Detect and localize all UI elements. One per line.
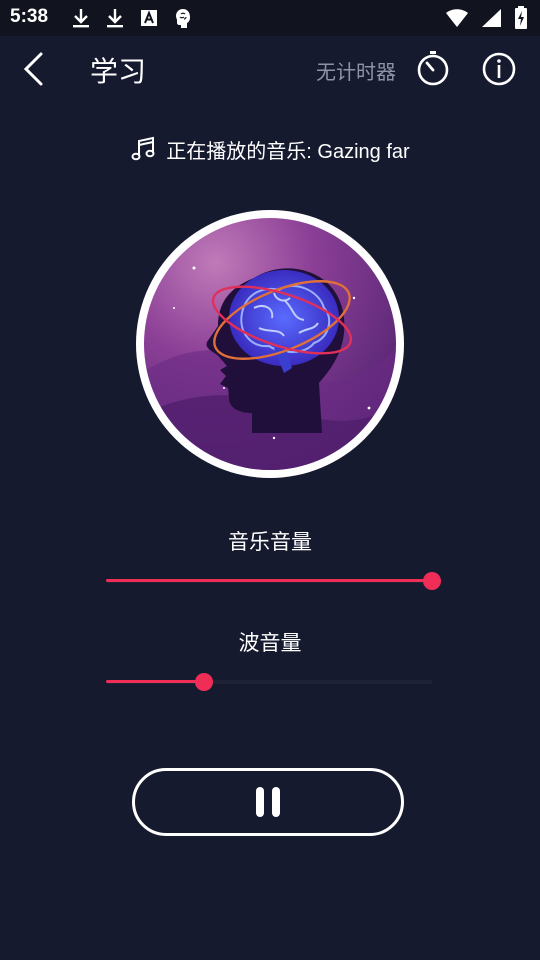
- slider-fill: [106, 680, 204, 683]
- signal-icon: [482, 9, 501, 27]
- page-title: 学习: [90, 55, 147, 88]
- slider-fill: [106, 579, 432, 582]
- timer-label[interactable]: 无计时器: [316, 56, 396, 85]
- now-playing-text: 正在播放的音乐: Gazing far: [166, 140, 410, 163]
- slider-thumb[interactable]: [423, 572, 441, 590]
- now-playing: 正在播放的音乐: Gazing far: [0, 132, 540, 166]
- status-bar: 5:38: [0, 0, 540, 36]
- music-volume-slider[interactable]: [106, 569, 441, 593]
- pause-icon: [256, 787, 280, 817]
- back-button[interactable]: [14, 48, 54, 90]
- music-note-icon: [131, 136, 155, 161]
- brain-head-artwork: [136, 210, 404, 478]
- pause-button[interactable]: [132, 768, 404, 836]
- download-icon: [73, 9, 89, 28]
- info-icon[interactable]: [480, 50, 518, 88]
- notification-icons: [68, 6, 196, 30]
- brain-app-icon: [176, 9, 190, 28]
- app-bar: 学习 无计时器: [0, 36, 540, 102]
- wave-volume-label: 波音量: [238, 631, 302, 655]
- download-icon: [107, 9, 123, 28]
- font-icon: [141, 10, 157, 26]
- system-icons: [444, 6, 530, 30]
- battery-charging-icon: [515, 6, 527, 29]
- timer-icon[interactable]: [414, 50, 452, 88]
- slider-thumb[interactable]: [194, 673, 213, 691]
- music-volume-label: 音乐音量: [228, 530, 312, 554]
- wifi-icon: [446, 9, 468, 27]
- wave-volume-slider[interactable]: [106, 670, 432, 694]
- status-time: 5:38: [10, 6, 49, 27]
